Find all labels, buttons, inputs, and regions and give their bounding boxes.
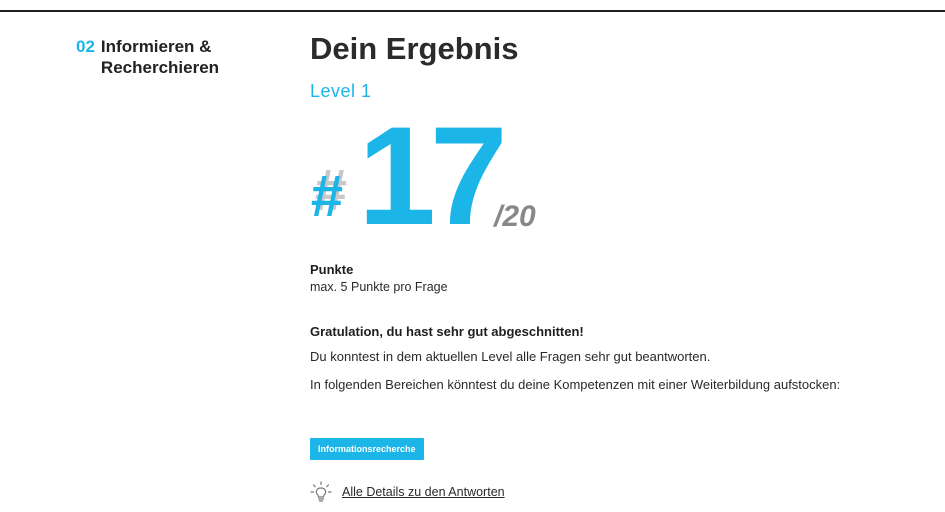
section-number: 02 [76,37,95,56]
answer-details-row[interactable]: Alle Details zu den Antworten [310,480,505,504]
section-heading: 02 Informieren & Recherchieren [76,36,276,78]
lightbulb-icon [310,481,332,503]
recommendation-text: In folgenden Bereichen könntest du deine… [310,377,841,392]
page-title: Dein Ergebnis [310,31,519,66]
score-max: /20 [494,200,536,233]
topic-tag-button[interactable]: Informationsrecherche [310,438,424,460]
points-subtitle: max. 5 Punkte pro Frage [310,280,448,294]
top-divider [0,10,945,12]
score-value: 17 [358,97,508,254]
points-label: Punkte [310,262,354,277]
score-hash: # [310,164,343,229]
answer-details-link[interactable]: Alle Details zu den Antworten [342,484,505,500]
congratulation-heading: Gratulation, du hast sehr gut abgeschnit… [310,324,584,339]
section-name: Informieren & Recherchieren [100,37,220,77]
result-text: Du konntest in dem aktuellen Level alle … [310,349,711,364]
score-display: # # 17 /20 [310,106,610,246]
